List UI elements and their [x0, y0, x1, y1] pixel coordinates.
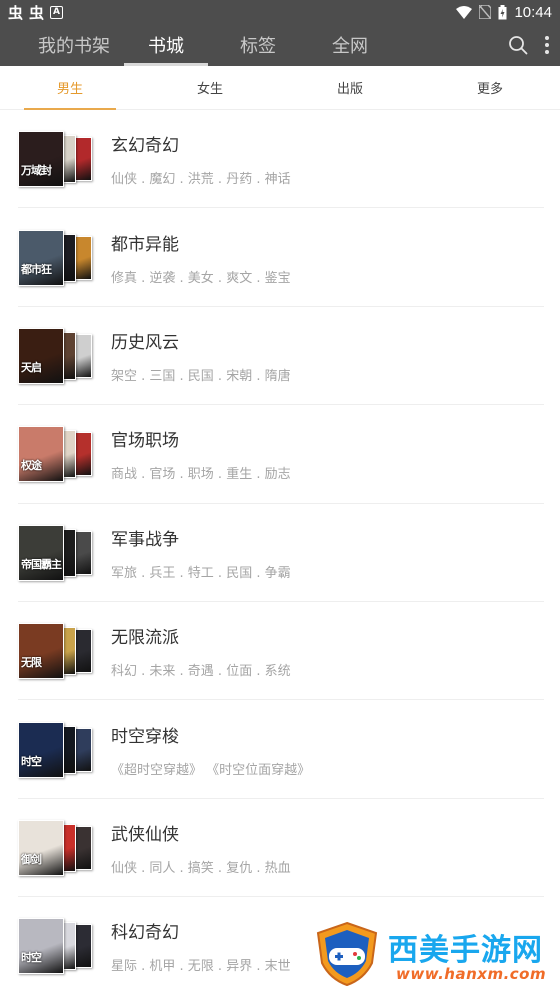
a-notification-icon: A [50, 5, 64, 19]
book-covers-stack: 御剑 [18, 819, 94, 876]
subtab-published[interactable]: 出版 [280, 66, 420, 109]
cover-title-art: 帝国霸主 [21, 557, 62, 571]
tab-all-web[interactable]: 全网 [304, 24, 396, 66]
category-item[interactable]: 天启 历史风云架空 . 三国 . 民国 . 宋朝 . 隋唐 [0, 307, 560, 406]
category-item[interactable]: 万域封 玄幻奇幻仙侠 . 魔幻 . 洪荒 . 丹药 . 神话 [0, 110, 560, 209]
book-covers-stack: 时空 [18, 918, 94, 975]
category-text: 历史风云架空 . 三国 . 民国 . 宋朝 . 隋唐 [111, 328, 291, 384]
cover-title-art: 无限 [21, 656, 42, 670]
status-notifications: 虫 虫 A [8, 2, 64, 23]
category-name: 玄幻奇幻 [111, 136, 179, 157]
category-name: 历史风云 [111, 332, 179, 353]
top-nav: 我的书架 书城 标签 全网 [0, 24, 560, 66]
subtab-more[interactable]: 更多 [420, 66, 560, 109]
book-covers-stack: 时空 [18, 721, 94, 778]
watermark-url: www.hanxm.com [396, 965, 547, 983]
book-cover-image: 无限 [18, 623, 64, 680]
book-cover-image: 都市狂 [18, 229, 64, 286]
more-vert-icon[interactable] [544, 35, 550, 55]
category-item[interactable]: 无限 无限流派科幻 . 未来 . 奇遇 . 位面 . 系统 [0, 602, 560, 701]
category-tags: 星际 . 机甲 . 无限 . 异界 . 末世 [111, 959, 291, 975]
book-covers-stack: 都市狂 [18, 229, 94, 286]
category-item[interactable]: 御剑 武侠仙侠仙侠 . 同人 . 搞笑 . 复仇 . 热血 [0, 799, 560, 898]
category-tags: 仙侠 . 同人 . 搞笑 . 复仇 . 热血 [111, 860, 291, 876]
tab-tags[interactable]: 标签 [212, 24, 304, 66]
site-watermark: 西美手游网 www.hanxm.com [314, 919, 554, 993]
category-name: 无限流派 [111, 628, 179, 649]
category-text: 玄幻奇幻仙侠 . 魔幻 . 洪荒 . 丹药 . 神话 [111, 131, 291, 187]
category-text: 时空穿梭《超时空穿越》 《时空位面穿越》 [111, 722, 310, 778]
status-time: 10:44 [514, 3, 552, 21]
book-cover-image: 天启 [18, 327, 64, 384]
subtab-male[interactable]: 男生 [0, 66, 140, 110]
category-name: 时空穿梭 [111, 726, 179, 747]
book-cover-image: 时空 [18, 721, 64, 778]
category-text: 科幻奇幻星际 . 机甲 . 无限 . 异界 . 末世 [111, 918, 291, 974]
category-name: 官场职场 [111, 431, 179, 452]
cover-title-art: 御剑 [21, 852, 42, 866]
book-cover-image: 时空 [18, 918, 64, 975]
category-text: 无限流派科幻 . 未来 . 奇遇 . 位面 . 系统 [111, 623, 291, 679]
app-notification-icon: 虫 [8, 3, 24, 22]
book-cover-image: 权途 [18, 426, 64, 483]
no-sim-icon [479, 5, 492, 19]
book-covers-stack: 天启 [18, 327, 94, 384]
tab-bookshelf[interactable]: 我的书架 [28, 24, 120, 66]
category-item[interactable]: 帝国霸主 军事战争军旅 . 兵王 . 特工 . 民国 . 争霸 [0, 504, 560, 603]
book-covers-stack: 权途 [18, 426, 94, 483]
search-icon[interactable] [508, 35, 528, 55]
gamepad-shield-logo-icon [316, 921, 378, 987]
category-tags: 修真 . 逆袭 . 美女 . 爽文 . 鉴宝 [111, 270, 291, 286]
status-system: 10:44 [456, 4, 552, 21]
cover-title-art: 万域封 [21, 164, 52, 178]
book-covers-stack: 帝国霸主 [18, 524, 94, 581]
category-name: 武侠仙侠 [111, 824, 179, 845]
battery-icon [498, 4, 507, 19]
category-text: 军事战争军旅 . 兵王 . 特工 . 民国 . 争霸 [111, 525, 291, 581]
category-list: 万域封 玄幻奇幻仙侠 . 魔幻 . 洪荒 . 丹药 . 神话都市狂 都市异能修真 .… [0, 110, 560, 995]
book-cover-image: 御剑 [18, 819, 64, 876]
category-item[interactable]: 都市狂 都市异能修真 . 逆袭 . 美女 . 爽文 . 鉴宝 [0, 208, 560, 308]
tab-bookstore[interactable]: 书城 [120, 24, 212, 66]
book-covers-stack: 无限 [18, 623, 94, 680]
subtab-female[interactable]: 女生 [140, 66, 280, 109]
category-item[interactable]: 时空 时空穿梭《超时空穿越》 《时空位面穿越》 [0, 700, 560, 800]
cover-title-art: 权途 [21, 459, 42, 473]
cover-title-art: 时空 [21, 754, 42, 768]
category-text: 武侠仙侠仙侠 . 同人 . 搞笑 . 复仇 . 热血 [111, 820, 291, 876]
category-tags: 商战 . 官场 . 职场 . 重生 . 励志 [111, 467, 291, 483]
category-tags: 科幻 . 未来 . 奇遇 . 位面 . 系统 [111, 664, 291, 680]
cover-title-art: 时空 [21, 951, 42, 965]
category-item[interactable]: 权途 官场职场商战 . 官场 . 职场 . 重生 . 励志 [0, 405, 560, 504]
app-notification-icon: 虫 [29, 3, 45, 22]
category-name: 科幻奇幻 [111, 923, 179, 944]
category-tags: 架空 . 三国 . 民国 . 宋朝 . 隋唐 [111, 368, 291, 384]
category-tags: 《超时空穿越》 《时空位面穿越》 [111, 762, 311, 778]
category-tags: 军旅 . 兵王 . 特工 . 民国 . 争霸 [111, 565, 291, 581]
category-sub-tabs: 男生 女生 出版 更多 [0, 66, 560, 110]
book-covers-stack: 万域封 [18, 131, 94, 188]
book-cover-image: 万域封 [18, 131, 64, 188]
book-cover-image: 帝国霸主 [18, 524, 64, 581]
category-tags: 仙侠 . 魔幻 . 洪荒 . 丹药 . 神话 [111, 172, 291, 188]
category-name: 军事战争 [111, 529, 179, 550]
status-bar: 虫 虫 A 10:44 [0, 0, 560, 24]
nav-actions [508, 24, 550, 66]
category-text: 官场职场商战 . 官场 . 职场 . 重生 . 励志 [111, 426, 291, 482]
category-text: 都市异能修真 . 逆袭 . 美女 . 爽文 . 鉴宝 [111, 230, 291, 286]
cover-title-art: 都市狂 [21, 262, 52, 276]
category-name: 都市异能 [111, 234, 179, 255]
watermark-title: 西美手游网 [388, 933, 543, 968]
wifi-icon [456, 5, 473, 19]
cover-title-art: 天启 [21, 360, 42, 374]
